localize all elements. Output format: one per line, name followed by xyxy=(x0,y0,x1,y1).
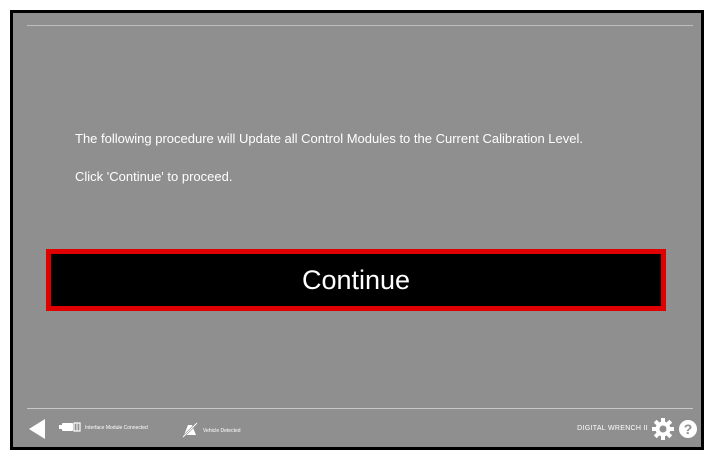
vehicle-detected-icon xyxy=(181,422,199,440)
app-window: The following procedure will Update all … xyxy=(10,10,704,450)
top-divider xyxy=(27,25,693,26)
continue-button[interactable]: Continue xyxy=(46,249,666,311)
interface-module-status: Interface Module Connected xyxy=(59,422,148,434)
instruction-line-1: The following procedure will Update all … xyxy=(75,131,583,146)
interface-module-icon xyxy=(59,422,81,434)
help-icon-glyph: ? xyxy=(683,421,693,437)
gear-icon[interactable] xyxy=(652,418,674,440)
vehicle-status: Vehicle Detected xyxy=(181,422,241,440)
continue-button-label: Continue xyxy=(301,264,411,295)
footer-divider xyxy=(27,408,693,409)
footer-bar: Interface Module Connected Vehicle Detec… xyxy=(13,411,701,447)
help-icon[interactable]: ? xyxy=(679,420,697,438)
back-arrow-icon[interactable] xyxy=(27,418,47,440)
instruction-message: The following procedure will Update all … xyxy=(75,131,583,185)
vehicle-status-text: Vehicle Detected xyxy=(203,428,241,434)
brand-label: DIGITAL WRENCH II xyxy=(577,425,648,432)
instruction-line-2: Click 'Continue' to proceed. xyxy=(75,169,233,184)
interface-module-status-text: Interface Module Connected xyxy=(85,425,148,431)
